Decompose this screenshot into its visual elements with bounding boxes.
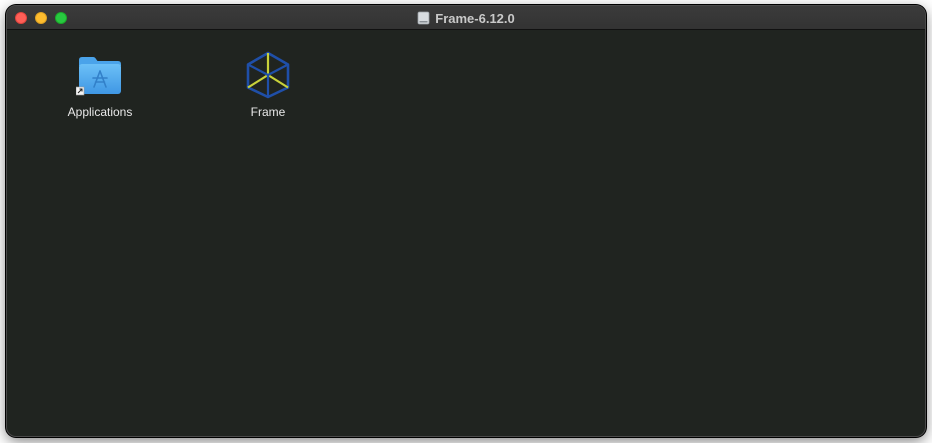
applications-folder-icon[interactable] (75, 50, 125, 100)
applications-label: Applications (67, 105, 133, 119)
applications-alias-item[interactable]: Applications (45, 50, 155, 119)
window-content: Applications Frame (7, 30, 925, 436)
disk-image-icon (417, 11, 430, 25)
title-bar[interactable]: Frame-6.12.0 (7, 6, 925, 30)
window-title-group: Frame-6.12.0 (7, 6, 925, 30)
frame-app-icon[interactable] (243, 50, 293, 100)
window-title: Frame-6.12.0 (435, 10, 515, 26)
finder-window: Frame-6.12.0 Applications Frame (6, 5, 926, 437)
frame-app-item[interactable]: Frame (213, 50, 323, 119)
frame-label: Frame (250, 105, 286, 119)
